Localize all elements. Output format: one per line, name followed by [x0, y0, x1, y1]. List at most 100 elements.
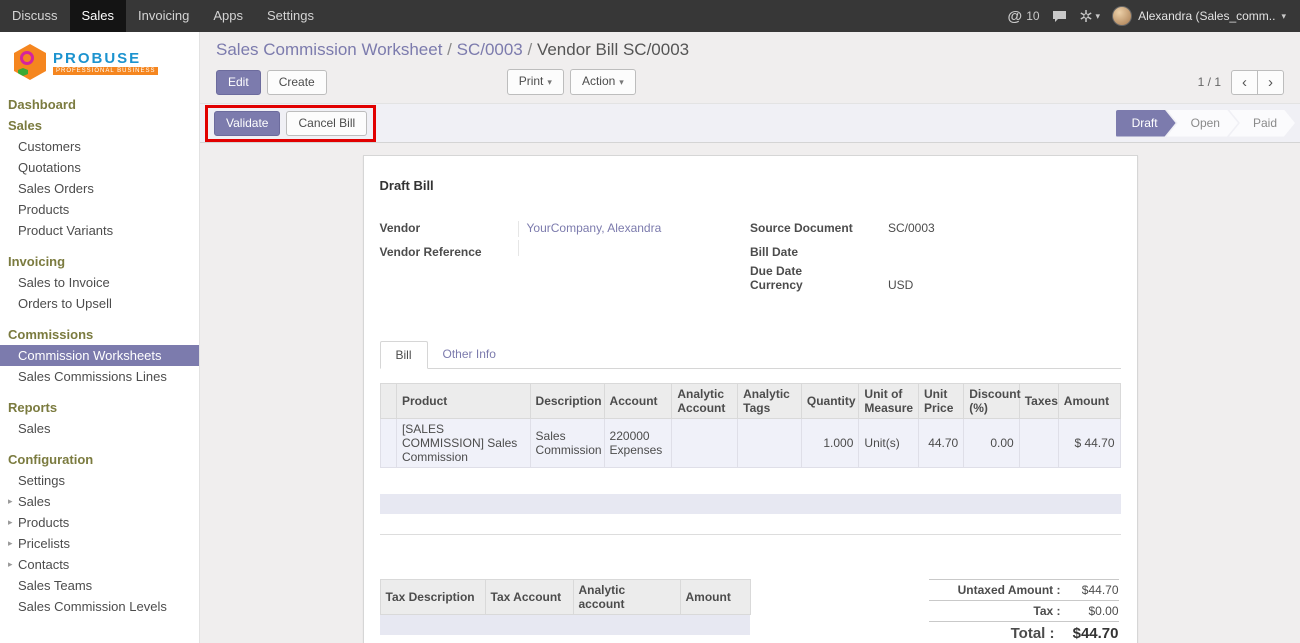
- column-header: Unit of Measure: [859, 384, 919, 419]
- sidebar: PROBUSE PROFESSIONAL BUSINESS Dashboard …: [0, 32, 200, 643]
- gear-icon[interactable]: ▾: [1079, 9, 1101, 23]
- breadcrumb: Sales Commission Worksheet SC/0003 Vendo…: [216, 40, 1284, 60]
- sidebar-item-label: Products: [18, 515, 69, 530]
- vendor-reference-value: [518, 240, 751, 256]
- column-header: Quantity: [801, 384, 859, 419]
- sidebar-heading-configuration[interactable]: Configuration: [0, 449, 199, 470]
- tab-bill[interactable]: Bill: [380, 341, 428, 369]
- main-content: Sales Commission Worksheet SC/0003 Vendo…: [200, 32, 1300, 643]
- due-date-label: Due Date: [750, 264, 888, 278]
- sidebar-heading-reports[interactable]: Reports: [0, 397, 199, 418]
- menu-invoicing[interactable]: Invoicing: [126, 0, 201, 32]
- cancel-bill-button[interactable]: Cancel Bill: [286, 111, 367, 136]
- cell-product: [SALES COMMISSION] Sales Commission: [396, 419, 530, 468]
- section-divider: [380, 534, 1121, 535]
- sidebar-item-label: Sales Commissions Lines: [18, 369, 167, 384]
- breadcrumb-worksheet-link[interactable]: Sales Commission Worksheet: [216, 40, 457, 59]
- column-header: Analytic Account: [672, 384, 738, 419]
- column-header: Description: [530, 384, 604, 419]
- pager-next-button[interactable]: ›: [1257, 70, 1284, 95]
- column-header: Tax Description: [380, 580, 485, 615]
- mention-count: 10: [1026, 9, 1039, 23]
- sidebar-item-label: Product Variants: [18, 223, 113, 238]
- sidebar-item-sales-teams[interactable]: Sales Teams: [0, 575, 199, 596]
- breadcrumb-record-link[interactable]: SC/0003: [457, 40, 537, 59]
- status-bar: Validate Cancel Bill Draft Open Paid: [200, 103, 1300, 143]
- menu-sales[interactable]: Sales: [70, 0, 127, 32]
- user-name: Alexandra (Sales_comm..: [1138, 9, 1275, 23]
- page-title: Draft Bill: [380, 178, 1121, 193]
- sidebar-item-label: Pricelists: [18, 536, 70, 551]
- mention-icon: @: [1008, 8, 1023, 25]
- sidebar-item-sales-orders[interactable]: Sales Orders: [0, 178, 199, 199]
- logo-icon: [14, 44, 46, 80]
- company-logo: PROBUSE PROFESSIONAL BUSINESS: [0, 32, 199, 90]
- edit-button[interactable]: Edit: [216, 70, 261, 95]
- sidebar-heading-sales[interactable]: Sales: [0, 115, 199, 136]
- cell-description: Sales Commission: [530, 419, 604, 468]
- sidebar-heading-dashboard[interactable]: Dashboard: [0, 94, 199, 115]
- sidebar-item-config-contacts[interactable]: ▸Contacts: [0, 554, 199, 575]
- sidebar-heading-commissions[interactable]: Commissions: [0, 324, 199, 345]
- source-document-label: Source Document: [750, 221, 888, 235]
- pager: 1 / 1 ‹ ›: [1198, 70, 1284, 95]
- pager-previous-button[interactable]: ‹: [1231, 70, 1258, 95]
- due-date-value: [888, 259, 1121, 275]
- tax-lines-table: Tax Description Tax Account Analytic acc…: [380, 579, 751, 643]
- untaxed-amount-value: $44.70: [1061, 583, 1119, 597]
- sidebar-item-products[interactable]: Products: [0, 199, 199, 220]
- tab-other-info[interactable]: Other Info: [428, 341, 511, 368]
- sidebar-item-config-settings[interactable]: Settings: [0, 470, 199, 491]
- sidebar-item-config-pricelists[interactable]: ▸Pricelists: [0, 533, 199, 554]
- sidebar-item-orders-to-upsell[interactable]: Orders to Upsell: [0, 293, 199, 314]
- sidebar-item-sales-commission-levels[interactable]: Sales Commission Levels: [0, 596, 199, 617]
- menu-apps[interactable]: Apps: [201, 0, 255, 32]
- cell-account: 220000 Expenses: [604, 419, 672, 468]
- currency-value: USD: [888, 278, 1121, 294]
- cell-discount: 0.00: [964, 419, 1020, 468]
- column-header: Discount (%): [964, 384, 1020, 419]
- sidebar-item-commission-worksheets[interactable]: Commission Worksheets: [0, 345, 199, 366]
- avatar: [1112, 6, 1132, 26]
- sidebar-item-sales-commissions-lines[interactable]: Sales Commissions Lines: [0, 366, 199, 387]
- sidebar-heading-invoicing[interactable]: Invoicing: [0, 251, 199, 272]
- status-open[interactable]: Open: [1167, 110, 1238, 137]
- sidebar-item-reports-sales[interactable]: Sales: [0, 418, 199, 439]
- totals: Untaxed Amount : $44.70 Tax : $0.00 Tota…: [929, 579, 1119, 643]
- source-document-value: SC/0003: [888, 221, 1121, 237]
- column-header: Product: [396, 384, 530, 419]
- print-button[interactable]: Print▾: [507, 69, 564, 95]
- user-menu[interactable]: Alexandra (Sales_comm.. ▾: [1112, 6, 1286, 26]
- sidebar-item-product-variants[interactable]: Product Variants: [0, 220, 199, 241]
- sidebar-item-label: Sales: [18, 421, 51, 436]
- pager-label: 1 / 1: [1198, 75, 1221, 89]
- menu-discuss[interactable]: Discuss: [0, 0, 70, 32]
- column-header: Amount: [1058, 384, 1120, 419]
- vendor-value-link[interactable]: YourCompany, Alexandra: [518, 221, 751, 237]
- top-navbar: Discuss Sales Invoicing Apps Settings @ …: [0, 0, 1300, 32]
- sidebar-item-quotations[interactable]: Quotations: [0, 157, 199, 178]
- action-button[interactable]: Action▾: [570, 69, 636, 95]
- caret-down-icon: ▾: [1281, 11, 1286, 22]
- notebook-tabs: Bill Other Info: [380, 341, 1121, 369]
- annotation-red-box: Validate Cancel Bill: [205, 105, 376, 142]
- status-paid[interactable]: Paid: [1229, 110, 1295, 137]
- column-header: Unit Price: [919, 384, 964, 419]
- sidebar-item-label: Commission Worksheets: [18, 348, 162, 363]
- cell-amount: $ 44.70: [1058, 419, 1120, 468]
- sidebar-item-label: Contacts: [18, 557, 69, 572]
- empty-line-stripe: [380, 494, 1121, 514]
- menu-settings[interactable]: Settings: [255, 0, 326, 32]
- messages-icon[interactable]: [1052, 10, 1067, 23]
- create-button[interactable]: Create: [267, 70, 327, 95]
- sidebar-item-customers[interactable]: Customers: [0, 136, 199, 157]
- validate-button[interactable]: Validate: [214, 111, 280, 136]
- sidebar-item-config-products[interactable]: ▸Products: [0, 512, 199, 533]
- logo-title: PROBUSE: [53, 50, 158, 67]
- status-draft: Draft: [1116, 110, 1176, 137]
- sidebar-item-config-sales[interactable]: ▸Sales: [0, 491, 199, 512]
- mention-counter[interactable]: @ 10: [1008, 8, 1040, 25]
- vendor-label: Vendor: [380, 221, 518, 235]
- sidebar-item-sales-to-invoice[interactable]: Sales to Invoice: [0, 272, 199, 293]
- column-header: Analytic account: [573, 580, 680, 615]
